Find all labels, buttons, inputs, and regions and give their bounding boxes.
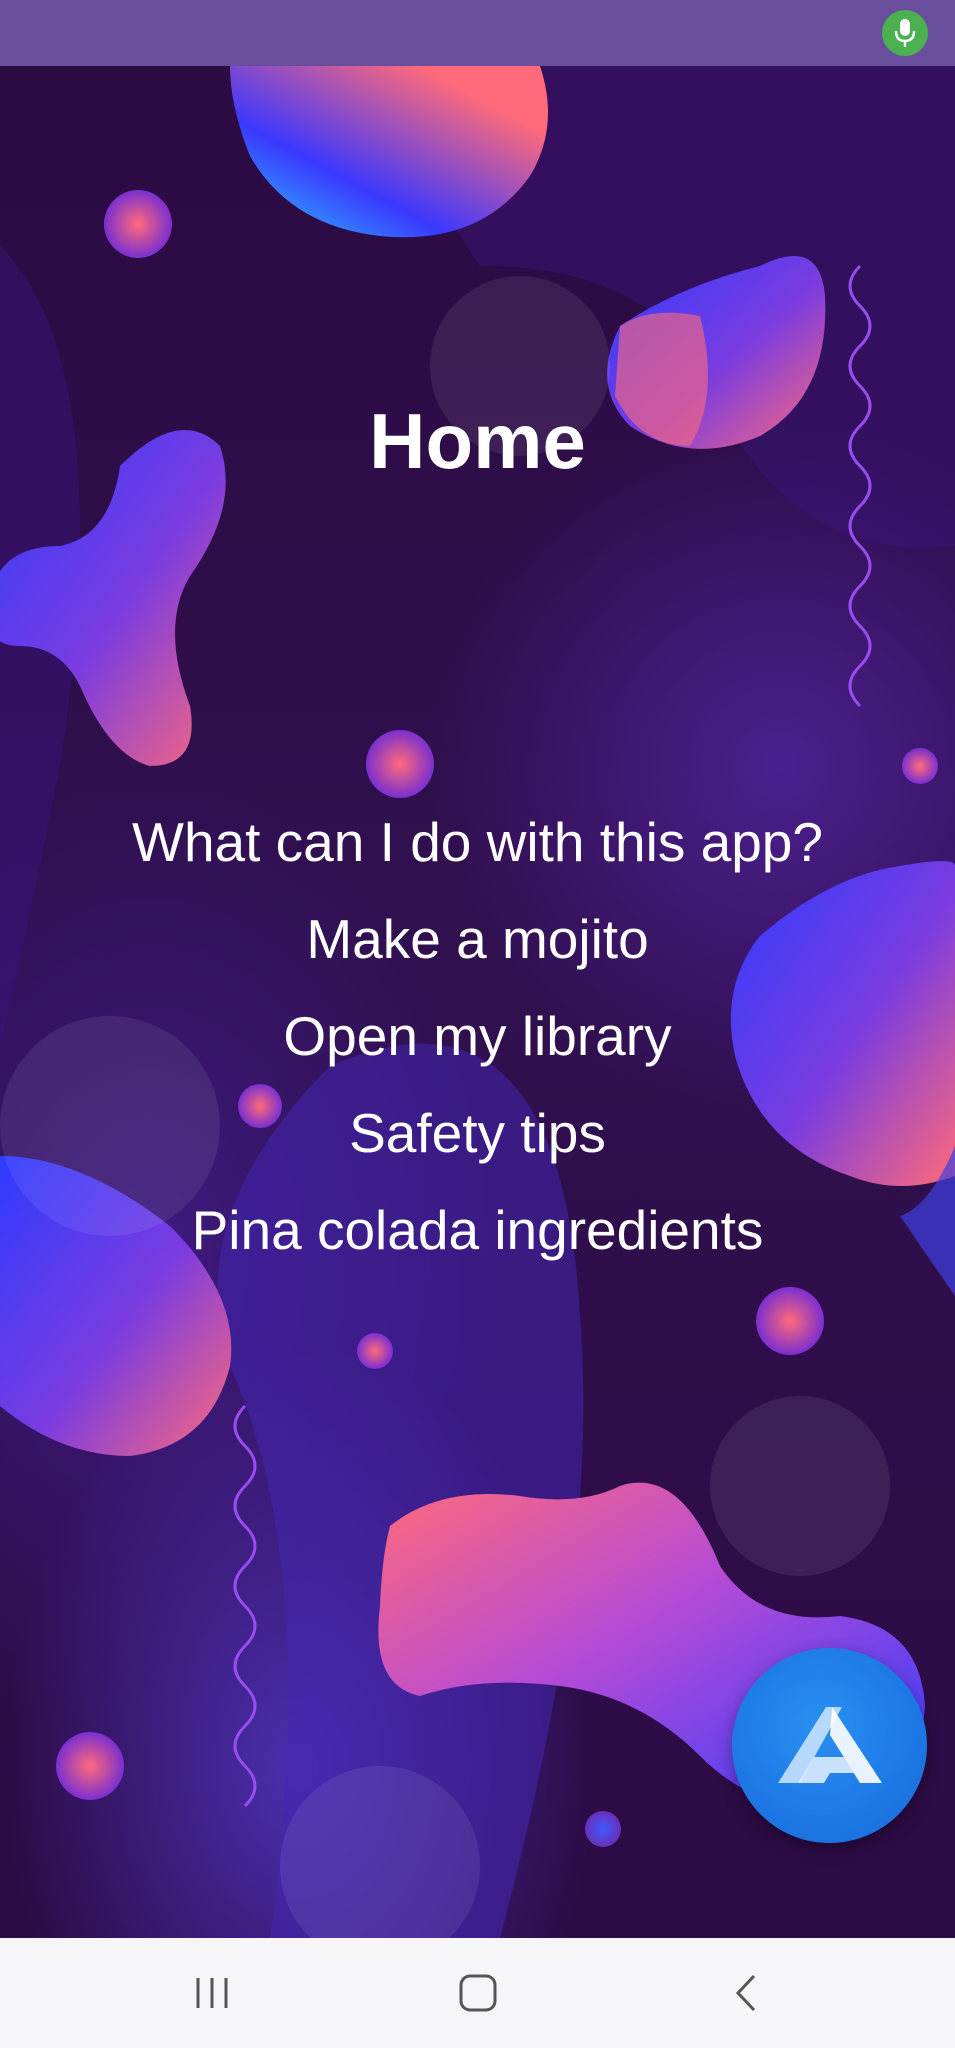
suggested-commands-list: What can I do with this app? Make a moji… bbox=[0, 794, 955, 1279]
command-make-a-mojito[interactable]: Make a mojito bbox=[0, 891, 955, 988]
command-pina-colada-ingredients[interactable]: Pina colada ingredients bbox=[0, 1182, 955, 1279]
command-open-my-library[interactable]: Open my library bbox=[0, 988, 955, 1085]
status-bar bbox=[0, 0, 955, 66]
assistant-a-logo-icon bbox=[777, 1706, 882, 1783]
recent-apps-icon[interactable] bbox=[162, 1958, 262, 2028]
assistant-button[interactable] bbox=[732, 1648, 927, 1843]
command-what-can-i-do[interactable]: What can I do with this app? bbox=[0, 794, 955, 891]
navigation-bar bbox=[0, 1938, 955, 2048]
command-safety-tips[interactable]: Safety tips bbox=[0, 1085, 955, 1182]
page-title: Home bbox=[369, 397, 586, 485]
microphone-icon[interactable] bbox=[882, 10, 928, 56]
home-icon[interactable] bbox=[428, 1958, 528, 2028]
back-icon[interactable] bbox=[697, 1958, 797, 2028]
